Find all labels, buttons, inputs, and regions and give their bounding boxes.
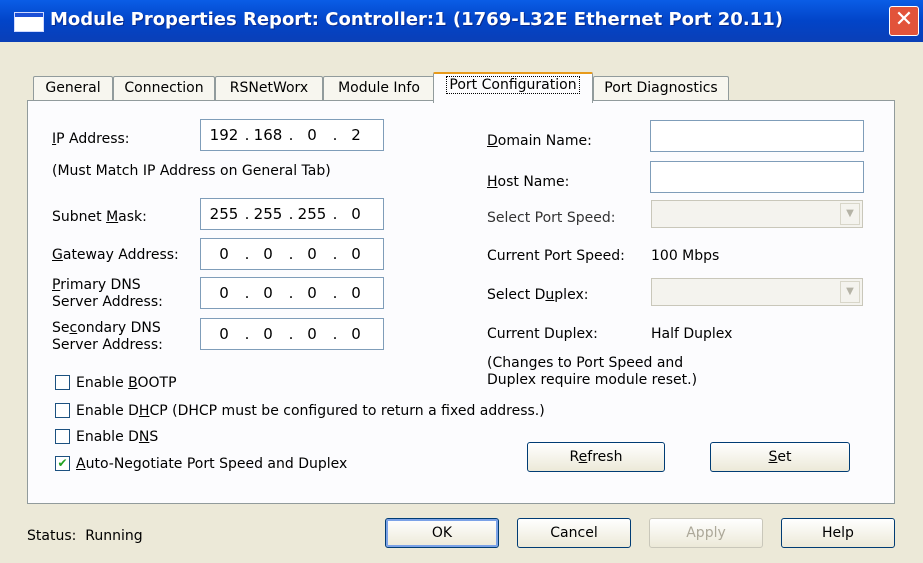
- current-duplex-label: Current Duplex:: [487, 326, 598, 342]
- chevron-down-icon: ▼: [840, 281, 860, 303]
- select-duplex-label: Select Duplex:: [487, 287, 589, 303]
- domain-name-label: Domain Name:: [487, 133, 592, 149]
- tab-connection[interactable]: Connection: [113, 76, 215, 101]
- gateway-address-field[interactable]: 0. 0. 0. 0: [200, 238, 384, 270]
- window-title: Module Properties Report: Controller:1 (…: [50, 9, 783, 30]
- port-speed-select[interactable]: ▼: [651, 200, 863, 228]
- primary-dns-label: Primary DNS Server Address:: [52, 277, 163, 310]
- set-button[interactable]: Set: [710, 442, 850, 472]
- ip-address-label: IP Address:: [52, 131, 130, 147]
- window-icon: [14, 12, 44, 32]
- title-bar[interactable]: Module Properties Report: Controller:1 (…: [0, 0, 923, 42]
- primary-dns-field[interactable]: 0. 0. 0. 0: [200, 277, 384, 309]
- tab-port-configuration[interactable]: Port Configuration: [433, 72, 593, 103]
- auto-negotiate-checkbox[interactable]: ✔: [55, 456, 70, 471]
- reset-note: (Changes to Port Speed and Duplex require…: [487, 355, 698, 388]
- subnet-mask-field[interactable]: 255. 255. 255. 0: [200, 198, 384, 230]
- apply-button[interactable]: Apply: [649, 518, 763, 548]
- cancel-button[interactable]: Cancel: [517, 518, 631, 548]
- tab-rsnetworx[interactable]: RSNetWorx: [215, 76, 323, 101]
- current-duplex-value: Half Duplex: [651, 326, 733, 342]
- enable-bootp-label: Enable BOOTP: [76, 375, 177, 391]
- status-bar: Status: Running: [27, 528, 143, 544]
- tab-module-info[interactable]: Module Info: [323, 76, 435, 101]
- secondary-dns-label: Secondary DNS Server Address:: [52, 320, 163, 353]
- duplex-select[interactable]: ▼: [651, 278, 863, 306]
- host-name-field[interactable]: [650, 161, 864, 193]
- current-port-speed-label: Current Port Speed:: [487, 248, 625, 264]
- tab-general[interactable]: General: [33, 76, 113, 101]
- enable-dhcp-checkbox[interactable]: [55, 403, 70, 418]
- ip-address-note: (Must Match IP Address on General Tab): [52, 163, 331, 179]
- refresh-button[interactable]: Refresh: [527, 442, 665, 472]
- auto-negotiate-label: Auto-Negotiate Port Speed and Duplex: [76, 456, 348, 472]
- subnet-mask-label: Subnet Mask:: [52, 209, 147, 225]
- chevron-down-icon: ▼: [840, 203, 860, 225]
- tab-port-diagnostics[interactable]: Port Diagnostics: [593, 76, 729, 101]
- ok-button[interactable]: OK: [385, 518, 499, 548]
- close-icon[interactable]: ✕: [889, 6, 919, 36]
- secondary-dns-field[interactable]: 0. 0. 0. 0: [200, 318, 384, 350]
- gateway-address-label: Gateway Address:: [52, 247, 179, 263]
- ip-address-field[interactable]: 192. 168. 0. 2: [200, 119, 384, 151]
- module-properties-dialog: Module Properties Report: Controller:1 (…: [0, 0, 923, 563]
- enable-dns-checkbox[interactable]: [55, 429, 70, 444]
- status-label: Status:: [27, 528, 77, 544]
- status-value: Running: [85, 528, 143, 544]
- host-name-label: Host Name:: [487, 174, 570, 190]
- domain-name-field[interactable]: [650, 120, 864, 152]
- select-port-speed-label: Select Port Speed:: [487, 210, 616, 226]
- current-port-speed-value: 100 Mbps: [651, 248, 720, 264]
- enable-dhcp-label: Enable DHCP (DHCP must be configured to …: [76, 403, 545, 419]
- enable-bootp-checkbox[interactable]: [55, 375, 70, 390]
- enable-dns-label: Enable DNS: [76, 429, 159, 445]
- checkmark-icon: ✔: [57, 456, 68, 470]
- help-button[interactable]: Help: [781, 518, 895, 548]
